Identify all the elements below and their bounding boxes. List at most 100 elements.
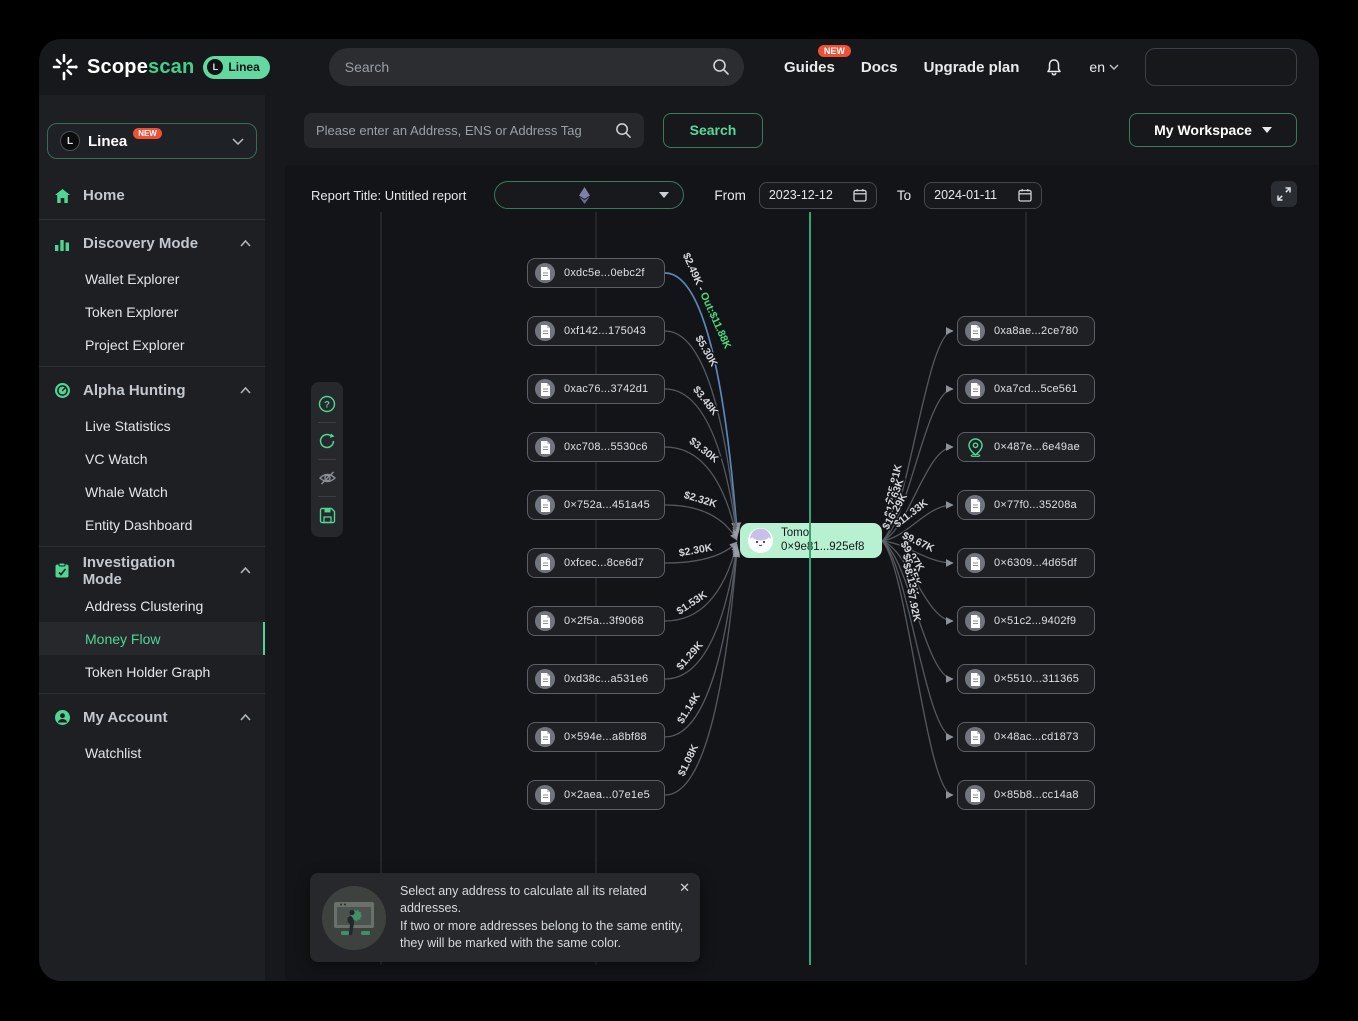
address-node[interactable]: 0×51c2...9402f9	[957, 606, 1095, 636]
hide-addresses-button[interactable]	[311, 463, 343, 493]
save-button[interactable]	[311, 500, 343, 530]
sidebar-section-discovery-mode[interactable]: Discovery Mode	[39, 225, 265, 262]
sidebar-item-address-clustering[interactable]: Address Clustering	[39, 589, 265, 622]
tomo-avatar	[748, 528, 773, 553]
address-label: 0×51c2...9402f9	[994, 615, 1076, 627]
address-node[interactable]: 0×77f0...35208a	[957, 490, 1095, 520]
sidebar-item-whale-watch[interactable]: Whale Watch	[39, 475, 265, 508]
sidebar-section-alpha-hunting[interactable]: Alpha Hunting	[39, 372, 265, 409]
chevron-down-icon	[232, 138, 244, 145]
sidebar-item-wallet-explorer[interactable]: Wallet Explorer	[39, 262, 265, 295]
address-label: 0xc708...5530c6	[564, 441, 648, 453]
document-icon	[535, 495, 555, 515]
nav-guides[interactable]: GuidesNEW	[784, 59, 835, 76]
address-node[interactable]: 0×6309...4d65df	[957, 548, 1095, 578]
sidebar-item-entity-dashboard[interactable]: Entity Dashboard	[39, 508, 265, 541]
address-label: 0xa7cd...5ce561	[994, 383, 1078, 395]
canvas-tools: ?	[311, 382, 343, 537]
sidebar-item-home[interactable]: Home	[39, 177, 265, 214]
money-flow-canvas[interactable]: Report Title: Untitled report From 2023-…	[285, 165, 1319, 981]
document-icon	[965, 495, 985, 515]
flow-edge-in[interactable]	[665, 389, 737, 536]
address-node[interactable]: 0×2f5a...3f9068	[527, 606, 665, 636]
address-node[interactable]: 0xd38c...a531e6	[527, 664, 665, 694]
address-node[interactable]: 0×487e...6e49ae	[957, 432, 1095, 462]
sidebar-item-live-statistics[interactable]: Live Statistics	[39, 409, 265, 442]
sidebar-item-vc-watch[interactable]: VC Watch	[39, 442, 265, 475]
flow-edge-in[interactable]	[665, 546, 737, 679]
nav-docs[interactable]: Docs	[861, 59, 898, 76]
divider	[39, 693, 265, 694]
user-icon	[53, 709, 71, 727]
info-notice: Select any address to calculate all its …	[310, 873, 700, 962]
address-search-field[interactable]	[304, 113, 644, 148]
chain-selector[interactable]: L Linea NEW	[47, 123, 257, 159]
edge-amount-label: $2.49K - Out:$11.88K	[680, 251, 734, 351]
topbar: Scopescan L Linea GuidesNEW Docs Upgrade…	[39, 39, 1319, 95]
nav-upgrade-plan[interactable]: Upgrade plan	[924, 59, 1020, 76]
from-date-input[interactable]: 2023-12-12	[759, 182, 877, 209]
document-icon	[535, 321, 555, 341]
address-node[interactable]: 0×48ac...cd1873	[957, 722, 1095, 752]
search-icon[interactable]	[712, 58, 730, 76]
global-search-input[interactable]	[345, 59, 712, 75]
chevron-up-icon	[240, 567, 251, 574]
refresh-button[interactable]	[311, 426, 343, 456]
sidebar: L Linea NEW Home Discovery Mode Wallet E…	[39, 95, 265, 981]
flow-graph: $2.49K - Out:$11.88K$5.30K$3.48K$3.30K$2…	[285, 165, 1319, 981]
address-node[interactable]: 0×752a...451a45	[527, 490, 665, 520]
sidebar-item-token-explorer[interactable]: Token Explorer	[39, 295, 265, 328]
address-search-input[interactable]	[316, 123, 615, 138]
address-node[interactable]: 0xac76...3742d1	[527, 374, 665, 404]
address-node[interactable]: 0×85b8...cc14a8	[957, 780, 1095, 810]
bell-icon[interactable]	[1045, 58, 1063, 77]
brand-logo[interactable]: Scopescan L Linea	[50, 53, 270, 81]
address-node[interactable]: 0xf142...175043	[527, 316, 665, 346]
close-icon[interactable]: ✕	[679, 880, 690, 896]
address-node[interactable]: 0xdc5e...0ebc2f	[527, 258, 665, 288]
svg-text:?: ?	[324, 400, 330, 411]
sidebar-section-investigation-mode[interactable]: Investigation Mode	[39, 552, 265, 589]
address-node[interactable]: 0×5510...311365	[957, 664, 1095, 694]
clipboard-icon	[53, 562, 71, 580]
search-button[interactable]: Search	[663, 113, 763, 148]
global-search[interactable]	[329, 48, 744, 86]
my-workspace-button[interactable]: My Workspace	[1129, 113, 1297, 147]
center-address-node[interactable]: Tomo 0×9e81...925ef8	[740, 523, 882, 558]
address-label: 0×48ac...cd1873	[994, 731, 1079, 743]
help-button[interactable]: ?	[311, 389, 343, 419]
flow-edge-in[interactable]	[665, 505, 737, 540]
edge-amount-label: $1.29K	[674, 639, 706, 673]
address-node[interactable]: 0xa8ae...2ce780	[957, 316, 1095, 346]
fullscreen-button[interactable]	[1271, 181, 1297, 207]
flow-edge-in[interactable]	[665, 447, 737, 538]
language-selector[interactable]: en	[1089, 59, 1119, 75]
flow-edge-in[interactable]	[665, 550, 737, 795]
target-icon	[53, 382, 71, 400]
caret-down-icon	[659, 192, 669, 198]
sidebar-item-token-holder-graph[interactable]: Token Holder Graph	[39, 655, 265, 688]
address-label: 0×6309...4d65df	[994, 557, 1077, 569]
address-node[interactable]: 0xc708...5530c6	[527, 432, 665, 462]
to-date-input[interactable]: 2024-01-11	[924, 182, 1042, 209]
document-icon	[535, 379, 555, 399]
address-label: 0×2f5a...3f9068	[564, 615, 644, 627]
sidebar-item-watchlist[interactable]: Watchlist	[39, 736, 265, 769]
address-node[interactable]: 0xa7cd...5ce561	[957, 374, 1095, 404]
token-select-dropdown[interactable]	[494, 181, 684, 209]
address-node[interactable]: 0×2aea...07e1e5	[527, 780, 665, 810]
sidebar-item-project-explorer[interactable]: Project Explorer	[39, 328, 265, 361]
address-node[interactable]: 0×594e...a8bf88	[527, 722, 665, 752]
address-node[interactable]: 0xfcec...8ce6d7	[527, 548, 665, 578]
address-label: 0×85b8...cc14a8	[994, 789, 1079, 801]
address-label: 0×594e...a8bf88	[564, 731, 647, 743]
report-title: Report Title: Untitled report	[311, 188, 466, 203]
address-label: 0xf142...175043	[564, 325, 646, 337]
sidebar-item-money-flow[interactable]: Money Flow	[39, 622, 265, 655]
wallet-connect-box[interactable]	[1145, 48, 1297, 86]
notice-text: Select any address to calculate all its …	[400, 883, 686, 952]
edge-amount-label: $5.30K	[693, 333, 720, 369]
sidebar-section-my-account[interactable]: My Account	[39, 699, 265, 736]
search-icon[interactable]	[615, 122, 632, 139]
main-toolbar: Search My Workspace	[265, 95, 1319, 165]
